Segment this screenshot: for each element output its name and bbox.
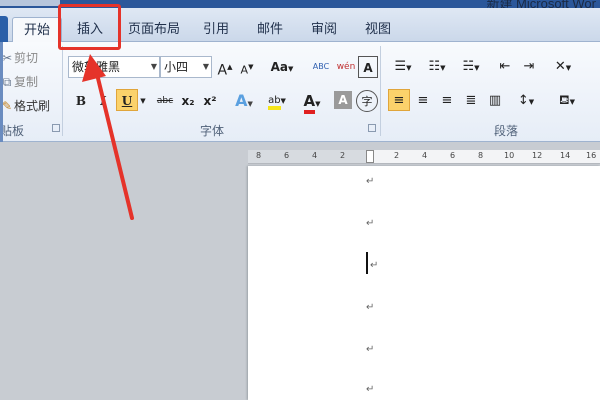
ruler-number: 10	[504, 151, 515, 160]
paragraph-mark: ↵	[366, 302, 375, 313]
font-size-combo[interactable]: 小四 ▼	[160, 56, 212, 78]
ruler-number: 12	[532, 151, 543, 160]
ruler-number: 14	[560, 151, 571, 160]
paragraph-mark: ↵	[370, 260, 379, 271]
paragraph-group-label: 段落	[494, 124, 519, 138]
ruler-number: 2	[394, 151, 400, 160]
ruler-number: 4	[422, 151, 428, 160]
ruler-number: 8	[478, 151, 484, 160]
format-painter-button[interactable]: ✎ 格式刷	[0, 96, 50, 116]
enclose-char-button[interactable]: 字	[356, 90, 378, 112]
quick-access-toolbar[interactable]	[0, 0, 60, 6]
ruler-number: 8	[256, 151, 262, 160]
horizontal-ruler[interactable]: 8 6 4 2 2 4 6 8 10 12 14 16	[248, 150, 600, 164]
highlight-button[interactable]: ab▼	[262, 90, 292, 112]
ruler-number: 6	[284, 151, 290, 160]
char-border-button[interactable]: A	[358, 56, 378, 78]
file-tab[interactable]	[0, 16, 8, 42]
phonetic-guide-button[interactable]: wén	[334, 56, 358, 78]
annotation-highlight-box	[58, 4, 121, 50]
paragraph-mark: ↵	[366, 176, 375, 187]
strikethrough-button[interactable]: abc	[154, 90, 176, 112]
char-shading-button[interactable]: A	[334, 91, 352, 109]
tab-references[interactable]: 引用	[194, 17, 238, 42]
tab-mailings[interactable]: 邮件	[248, 17, 292, 42]
sort-icon[interactable]: ✕▼	[548, 56, 578, 78]
bullets-icon[interactable]: ☰▼	[388, 56, 418, 78]
multilevel-list-icon[interactable]: ☵▼	[456, 56, 486, 78]
bold-button[interactable]: B	[72, 90, 90, 112]
subscript-button[interactable]: x₂	[178, 90, 198, 112]
text-effect-button[interactable]: A▼	[232, 90, 256, 112]
indent-marker[interactable]	[366, 150, 374, 163]
chevron-down-icon: ▼	[202, 62, 209, 71]
underline-button[interactable]: U	[116, 89, 138, 111]
ruler-number: 4	[312, 151, 318, 160]
ruler-number: 16	[586, 151, 597, 160]
group-separator	[62, 46, 63, 136]
justify-icon[interactable]: ≣	[460, 90, 482, 112]
align-left-icon[interactable]: ≡	[388, 89, 410, 111]
window-edge	[0, 42, 3, 142]
clear-format-button[interactable]: ABC	[310, 56, 332, 78]
chevron-down-icon: ▼	[140, 97, 146, 105]
ruler-number: 6	[450, 151, 456, 160]
font-name-combo[interactable]: 微软雅黑 ▼	[68, 56, 160, 78]
underline-dropdown[interactable]: ▼	[138, 90, 148, 112]
paragraph-mark: ↵	[366, 218, 375, 229]
italic-button[interactable]: I	[94, 90, 112, 112]
grow-font-button[interactable]: A▲	[216, 56, 234, 79]
distribute-icon[interactable]: ▥	[484, 90, 506, 112]
superscript-button[interactable]: x²	[200, 90, 220, 112]
font-group-label: 字体	[200, 124, 225, 138]
align-right-icon[interactable]: ≡	[436, 90, 458, 112]
line-spacing-icon[interactable]: ↕▼	[512, 90, 540, 112]
tab-home[interactable]: 开始	[12, 17, 62, 42]
ruler-margin	[248, 150, 368, 163]
tab-review[interactable]: 审阅	[302, 17, 346, 42]
document-page[interactable]: ↵ ↵ ↵ ↵ ↵ ↵	[248, 166, 600, 400]
tab-view[interactable]: 视图	[356, 17, 400, 42]
shrink-font-button[interactable]: A▼	[238, 56, 256, 78]
font-launcher-icon[interactable]	[368, 124, 376, 132]
tab-page-layout[interactable]: 页面布局	[122, 17, 186, 42]
change-case-button[interactable]: Aa▼	[268, 56, 296, 78]
paragraph-mark: ↵	[366, 344, 375, 355]
clipboard-launcher-icon[interactable]	[52, 124, 60, 132]
text-caret	[366, 252, 368, 274]
shading-icon[interactable]: ⛾▼	[552, 90, 582, 112]
decrease-indent-icon[interactable]: ⇤	[494, 56, 516, 78]
chevron-down-icon: ▼	[150, 62, 157, 71]
ruler-number: 2	[340, 151, 346, 160]
group-separator	[380, 46, 381, 136]
ribbon: ✂ 剪切 ⧉ 复制 ✎ 格式刷 贴板 微软雅黑 ▼ 小四 ▼ A▲ A▼ Aa▼ ABC …	[0, 42, 600, 142]
increase-indent-icon[interactable]: ⇥	[518, 56, 540, 78]
font-color-button[interactable]: A▼	[298, 90, 326, 114]
paragraph-mark: ↵	[366, 384, 375, 395]
clipboard-group-label: 贴板	[0, 124, 25, 138]
numbering-icon[interactable]: ☷▼	[422, 56, 452, 78]
align-center-icon[interactable]: ≡	[412, 90, 434, 112]
cut-button[interactable]: ✂ 剪切	[0, 48, 38, 68]
copy-button[interactable]: ⧉ 复制	[0, 72, 38, 92]
